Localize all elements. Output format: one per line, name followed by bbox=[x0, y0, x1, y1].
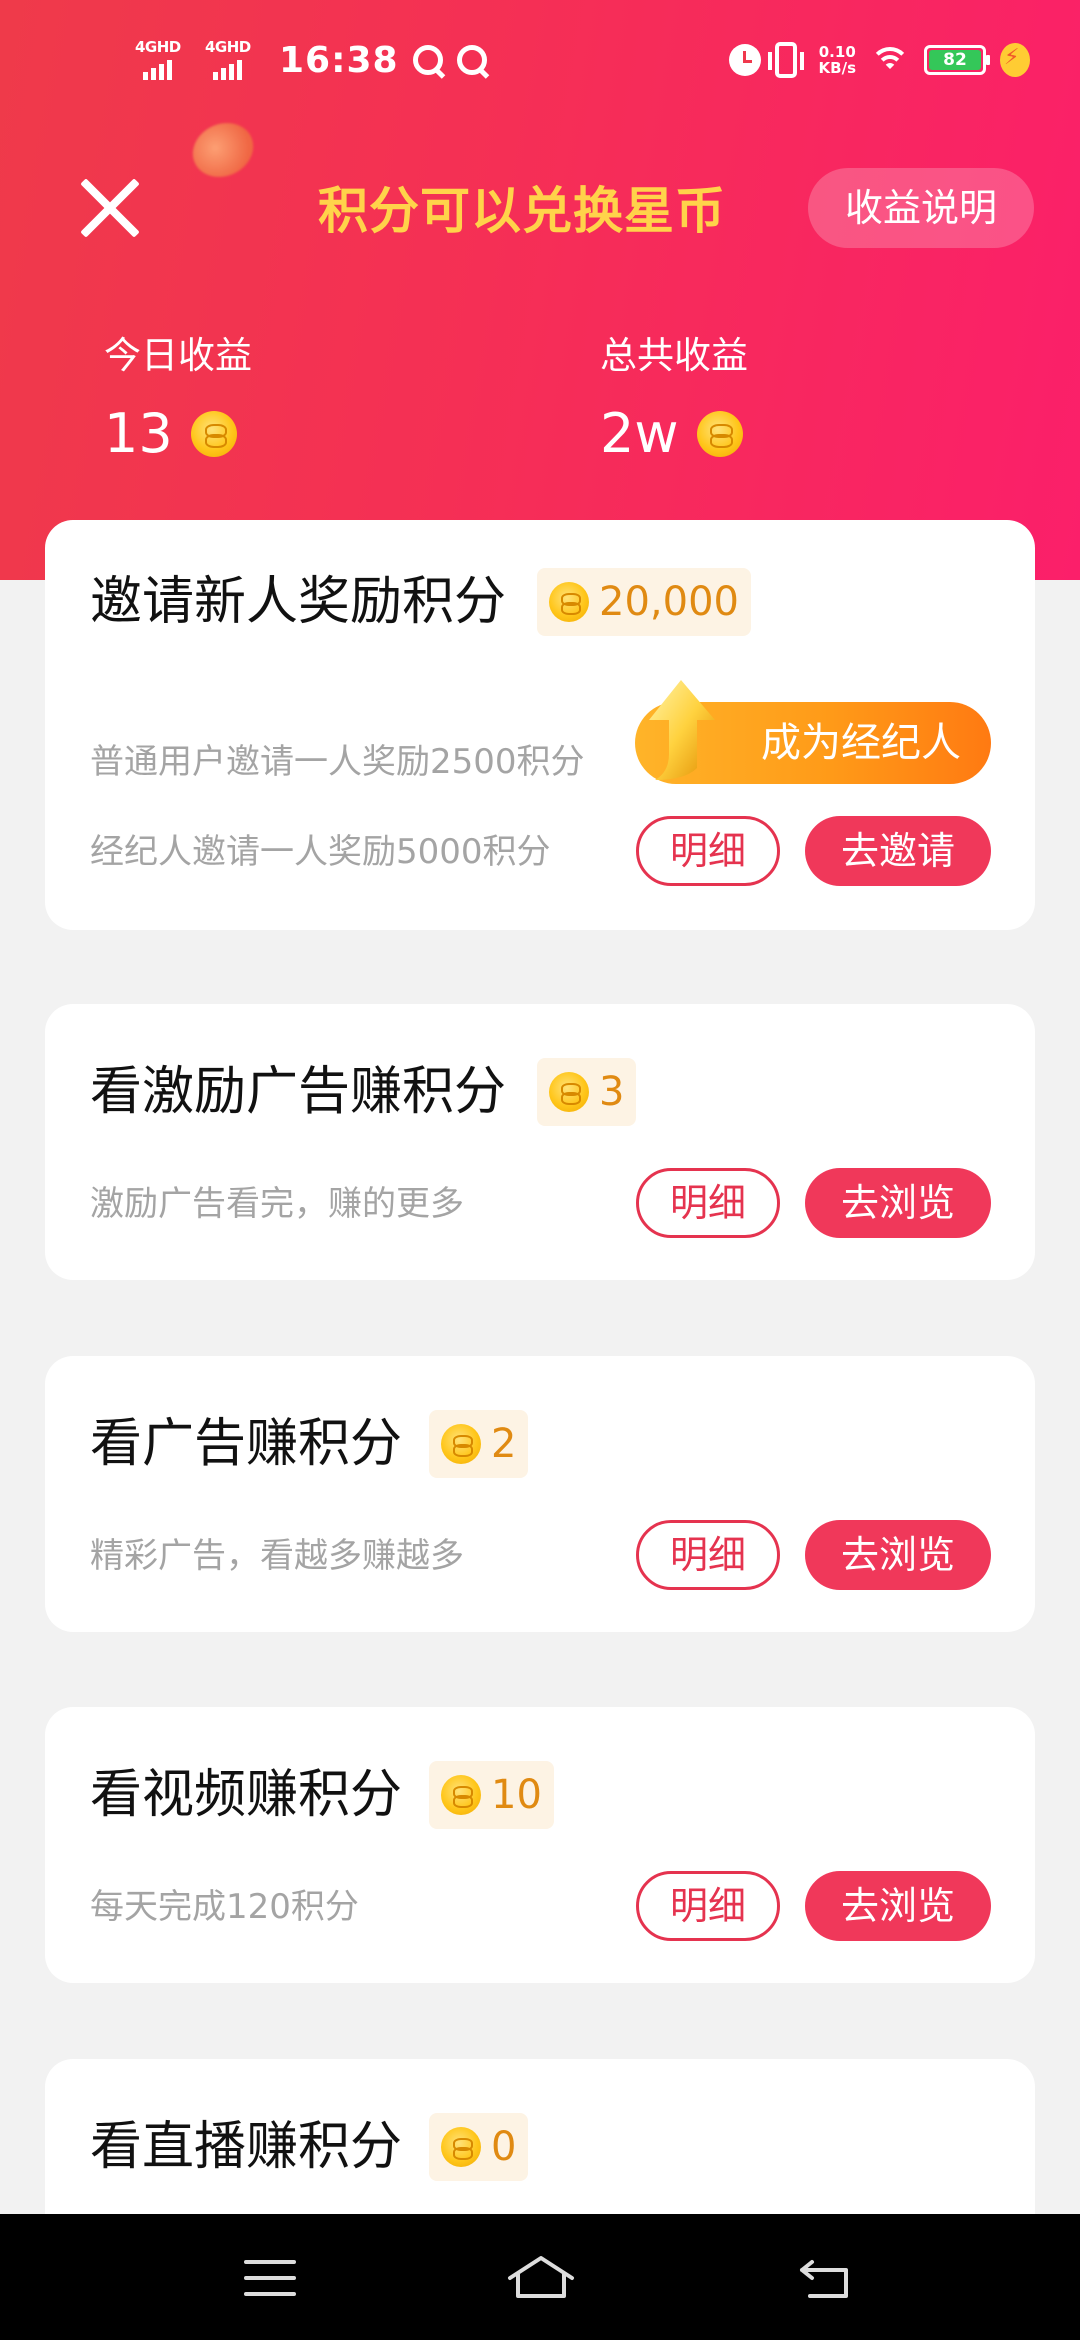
coin-icon bbox=[441, 1775, 481, 1815]
notification-q-icon bbox=[456, 45, 487, 75]
total-earnings: 总共收益 2w bbox=[600, 330, 748, 466]
card-description: 经纪人邀请一人奖励5000积分 bbox=[90, 832, 551, 872]
points-badge: 10 bbox=[429, 1761, 554, 1829]
total-earnings-value: 2w bbox=[600, 402, 679, 465]
ad-task-card: 看广告赚积分 2 精彩广告，看越多赚越多 明细 去浏览 bbox=[45, 1356, 1035, 1632]
network-type-1: 4GHD bbox=[135, 38, 181, 56]
points-value: 20,000 bbox=[599, 579, 739, 625]
menu-icon[interactable] bbox=[244, 2260, 296, 2296]
today-earnings-label: 今日收益 bbox=[104, 334, 252, 377]
battery-level: 82 bbox=[929, 50, 981, 70]
points-value: 0 bbox=[491, 2124, 517, 2170]
network-type-2: 4GHD bbox=[205, 38, 251, 56]
card-description: 普通用户邀请一人奖励2500积分 bbox=[90, 742, 585, 782]
coin-icon bbox=[549, 582, 589, 622]
become-agent-button[interactable]: 成为经纪人 bbox=[635, 680, 991, 784]
card-description: 激励广告看完，赚的更多 bbox=[90, 1184, 464, 1224]
battery-icon: 82 bbox=[924, 45, 990, 75]
vibrate-icon bbox=[767, 42, 804, 78]
status-bar-left: 4GHD 4GHD 16:38 bbox=[135, 32, 487, 88]
signal-icon: 4GHD bbox=[135, 38, 195, 82]
earnings-explanation-button[interactable]: 收益说明 bbox=[808, 168, 1034, 248]
status-bar-right: 0.10 KB/s 82 bbox=[728, 34, 1030, 86]
go-invite-button[interactable]: 去邀请 bbox=[805, 816, 991, 886]
go-browse-button[interactable]: 去浏览 bbox=[805, 1168, 991, 1238]
status-time: 16:38 bbox=[279, 39, 399, 81]
coin-icon bbox=[696, 411, 743, 457]
points-badge: 0 bbox=[429, 2113, 529, 2181]
points-badge: 20,000 bbox=[537, 568, 751, 636]
points-badge: 2 bbox=[429, 1410, 529, 1478]
up-arrow-icon bbox=[649, 680, 715, 780]
coin-icon bbox=[441, 2127, 481, 2167]
points-value: 3 bbox=[599, 1069, 625, 1115]
incentive-ad-task-card: 看激励广告赚积分 3 激励广告看完，赚的更多 明细 去浏览 bbox=[45, 1004, 1035, 1280]
close-icon[interactable] bbox=[78, 176, 142, 240]
detail-button[interactable]: 明细 bbox=[636, 1520, 780, 1590]
today-earnings-value: 13 bbox=[104, 402, 173, 465]
alarm-icon bbox=[728, 44, 761, 76]
invite-task-card: 邀请新人奖励积分 20,000 普通用户邀请一人奖励2500积分 经纪人邀请一人… bbox=[45, 520, 1035, 930]
coin-icon bbox=[190, 411, 237, 457]
page-title: 积分可以兑换星币 bbox=[318, 182, 726, 240]
video-task-card: 看视频赚积分 10 每天完成120积分 明细 去浏览 bbox=[45, 1707, 1035, 1983]
points-value: 2 bbox=[491, 1421, 517, 1467]
card-title: 看视频赚积分 bbox=[90, 1765, 403, 1825]
status-bar: 4GHD 4GHD 16:38 0.10 KB/s 82 bbox=[0, 0, 1080, 110]
home-icon[interactable] bbox=[506, 2252, 576, 2302]
signal-icon: 4GHD bbox=[205, 38, 265, 82]
card-title: 看激励广告赚积分 bbox=[90, 1062, 507, 1122]
speed-unit: KB/s bbox=[818, 59, 856, 77]
go-browse-button[interactable]: 去浏览 bbox=[805, 1871, 991, 1941]
go-browse-button[interactable]: 去浏览 bbox=[805, 1520, 991, 1590]
speed-value: 0.10 bbox=[818, 43, 856, 61]
card-title: 看直播赚积分 bbox=[90, 2117, 403, 2177]
card-description: 精彩广告，看越多赚越多 bbox=[90, 1536, 464, 1576]
detail-button[interactable]: 明细 bbox=[636, 1871, 780, 1941]
points-value: 10 bbox=[491, 1772, 542, 1818]
total-earnings-label: 总共收益 bbox=[600, 334, 748, 377]
detail-button[interactable]: 明细 bbox=[636, 1168, 780, 1238]
network-speed: 0.10 KB/s bbox=[819, 44, 856, 76]
coin-icon bbox=[549, 1072, 589, 1112]
become-agent-label: 成为经纪人 bbox=[761, 720, 961, 766]
today-earnings: 今日收益 13 bbox=[104, 330, 252, 466]
card-title: 看广告赚积分 bbox=[90, 1414, 403, 1474]
coin-icon bbox=[441, 1424, 481, 1464]
back-icon[interactable] bbox=[798, 2256, 854, 2300]
points-badge: 3 bbox=[537, 1058, 637, 1126]
charging-icon bbox=[1000, 43, 1030, 77]
system-navigation-bar bbox=[0, 2214, 1080, 2340]
notification-q-icon bbox=[412, 45, 443, 75]
card-description: 每天完成120积分 bbox=[90, 1887, 359, 1927]
wifi-icon bbox=[870, 45, 910, 75]
card-title: 邀请新人奖励积分 bbox=[90, 572, 507, 632]
detail-button[interactable]: 明细 bbox=[636, 816, 780, 886]
